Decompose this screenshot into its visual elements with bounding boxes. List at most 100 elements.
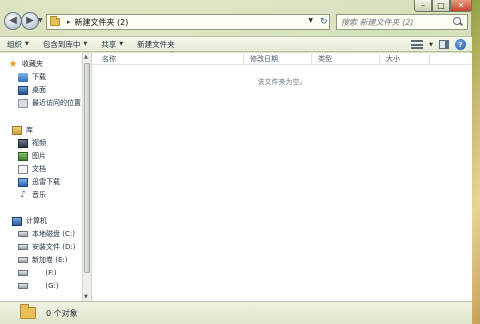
libraries-icon bbox=[12, 125, 22, 135]
column-header-type[interactable]: 类型 bbox=[312, 54, 380, 64]
baidu-watermark: Bai 经验 bbox=[370, 278, 432, 296]
chevron-down-icon: ▼ bbox=[25, 41, 29, 47]
view-line bbox=[411, 47, 424, 49]
nav-item-drive-g[interactable]: (G:) bbox=[18, 280, 59, 292]
videos-icon bbox=[18, 138, 28, 148]
command-bar: 组织 ▼ 包含到库中 ▼ 共享 ▼ 新建文件夹 ▼ ? bbox=[0, 36, 472, 52]
nav-item-label: 新加卷 (E:) bbox=[32, 256, 68, 264]
nav-item-drive-f[interactable]: (F:) bbox=[18, 267, 57, 279]
drive-icon bbox=[18, 231, 28, 237]
nav-libraries[interactable]: 库 bbox=[12, 124, 33, 136]
organize-button[interactable]: 组织 ▼ bbox=[0, 37, 36, 51]
help-icon[interactable]: ? bbox=[455, 39, 466, 50]
nav-item-documents[interactable]: 文档 bbox=[18, 163, 46, 175]
desktop-icon bbox=[18, 85, 28, 95]
nav-item-label: (G:) bbox=[32, 282, 59, 290]
view-line bbox=[411, 40, 424, 42]
chevron-down-icon: ▼ bbox=[119, 41, 124, 47]
nav-item-pictures[interactable]: 图片 bbox=[18, 150, 46, 162]
toolbar-right-group: ▼ ? bbox=[411, 38, 466, 51]
scrollbar-thumb[interactable] bbox=[84, 63, 90, 273]
column-header-date-modified[interactable]: 修改日期 bbox=[244, 54, 312, 64]
thunder-downloads-icon bbox=[18, 177, 28, 187]
folder-icon bbox=[50, 16, 60, 26]
nav-computer[interactable]: 计算机 bbox=[12, 215, 47, 227]
scroll-down-icon[interactable]: ▼ bbox=[84, 294, 88, 300]
back-button[interactable]: ◀ bbox=[4, 12, 22, 30]
maximize-button[interactable]: □ bbox=[432, 0, 450, 12]
include-in-library-button[interactable]: 包含到库中 ▼ bbox=[36, 37, 94, 51]
view-line bbox=[411, 43, 424, 46]
drive-icon bbox=[18, 244, 28, 250]
folder-icon bbox=[20, 304, 36, 319]
nav-item-label: 迅雷下载 bbox=[32, 178, 60, 186]
nav-libraries-label: 库 bbox=[26, 126, 33, 134]
close-button[interactable]: ✕ bbox=[450, 0, 472, 12]
address-dropdown-icon[interactable]: ▼ bbox=[308, 17, 313, 24]
new-folder-label: 新建文件夹 bbox=[137, 39, 175, 49]
include-in-library-label: 包含到库中 bbox=[42, 39, 81, 49]
star-icon: ★ bbox=[8, 58, 18, 70]
nav-computer-label: 计算机 bbox=[26, 217, 47, 225]
nav-item-desktop[interactable]: 桌面 bbox=[18, 84, 46, 96]
scroll-up-icon[interactable]: ▲ bbox=[84, 54, 88, 60]
nav-favorites[interactable]: ★ 收藏夹 bbox=[8, 58, 43, 70]
nav-item-drive-e[interactable]: 新加卷 (E:) bbox=[18, 254, 67, 266]
share-label: 共享 bbox=[101, 39, 117, 49]
back-arrow-icon: ◀ bbox=[9, 15, 17, 26]
nav-item-label: 图片 bbox=[32, 152, 46, 160]
breadcrumb-current-folder[interactable]: 新建文件夹 (2) bbox=[75, 17, 129, 28]
preview-pane-icon[interactable] bbox=[439, 40, 449, 49]
nav-item-label: 视频 bbox=[32, 139, 46, 147]
music-icon: ♪ bbox=[20, 190, 26, 200]
drive-icon bbox=[18, 257, 28, 263]
pictures-icon bbox=[18, 151, 28, 161]
nav-item-label: 最近访问的位置 bbox=[32, 99, 81, 107]
empty-folder-message: 该文件夹为空。 bbox=[257, 78, 307, 86]
computer-icon bbox=[12, 216, 22, 226]
nav-favorites-label: 收藏夹 bbox=[22, 60, 43, 68]
nav-item-label: 音乐 bbox=[32, 191, 46, 199]
refresh-icon[interactable]: ↻ bbox=[320, 17, 328, 27]
downloads-icon bbox=[18, 72, 28, 82]
nav-item-videos[interactable]: 视频 bbox=[18, 137, 46, 149]
column-header-size[interactable]: 大小 bbox=[380, 54, 430, 64]
breadcrumb-separator-icon[interactable]: ▸ bbox=[67, 18, 71, 26]
details-pane: 0 个对象 bbox=[0, 301, 472, 324]
recent-places-icon bbox=[18, 98, 28, 108]
new-folder-button[interactable]: 新建文件夹 bbox=[130, 37, 182, 51]
column-header-row: ^ 名称 修改日期 类型 大小 bbox=[92, 51, 472, 65]
drive-icon bbox=[18, 283, 28, 289]
item-count: 0 个对象 bbox=[46, 308, 78, 318]
recent-pages-dropdown[interactable]: ▼ bbox=[38, 17, 44, 25]
nav-pane-scrollbar[interactable]: ▲ ▼ bbox=[82, 53, 91, 301]
nav-item-label: (F:) bbox=[32, 269, 57, 277]
address-row: ◀ ▶ ▼ ▸ 新建文件夹 (2) ▼ ↻ 搜索 新建文件夹 (2) – □ ✕ bbox=[0, 0, 472, 36]
change-view-icon[interactable] bbox=[411, 40, 424, 49]
nav-item-downloads[interactable]: 下载 bbox=[18, 71, 46, 83]
nav-item-music[interactable]: ♪ 音乐 bbox=[18, 189, 46, 201]
search-input[interactable]: 搜索 新建文件夹 (2) bbox=[341, 17, 452, 28]
view-options-dropdown-icon[interactable]: ▼ bbox=[429, 42, 433, 48]
search-box[interactable]: 搜索 新建文件夹 (2) bbox=[336, 14, 468, 30]
organize-label: 组织 bbox=[7, 39, 22, 49]
address-bar[interactable]: ▸ 新建文件夹 (2) ▼ bbox=[46, 14, 330, 30]
chevron-down-icon: ▼ bbox=[83, 41, 88, 47]
nav-item-thunder-downloads[interactable]: 迅雷下载 bbox=[18, 176, 60, 188]
nav-item-drive-d[interactable]: 安装文件 (D:) bbox=[18, 241, 75, 253]
share-button[interactable]: 共享 ▼ bbox=[94, 37, 130, 51]
forward-arrow-icon: ▶ bbox=[26, 15, 34, 26]
nav-item-label: 本地磁盘 (C:) bbox=[32, 230, 75, 238]
drive-icon bbox=[18, 270, 28, 276]
nav-item-drive-c[interactable]: 本地磁盘 (C:) bbox=[18, 228, 75, 240]
nav-item-label: 文档 bbox=[32, 165, 46, 173]
forward-button[interactable]: ▶ bbox=[21, 12, 39, 30]
search-icon[interactable] bbox=[452, 16, 464, 28]
navigation-pane: ★ 收藏夹 下载 桌面 最近访问的位置 库 视频 图片 文档 迅雷下载 ♪ 音乐… bbox=[0, 53, 92, 301]
nav-item-label: 桌面 bbox=[32, 86, 46, 94]
column-header-name[interactable]: 名称 bbox=[96, 54, 244, 64]
file-list-pane[interactable]: ^ 名称 修改日期 类型 大小 该文件夹为空。 bbox=[92, 51, 472, 301]
nav-item-recent-places[interactable]: 最近访问的位置 bbox=[18, 97, 81, 109]
minimize-button[interactable]: – bbox=[414, 0, 432, 12]
nav-item-label: 下载 bbox=[32, 73, 46, 81]
